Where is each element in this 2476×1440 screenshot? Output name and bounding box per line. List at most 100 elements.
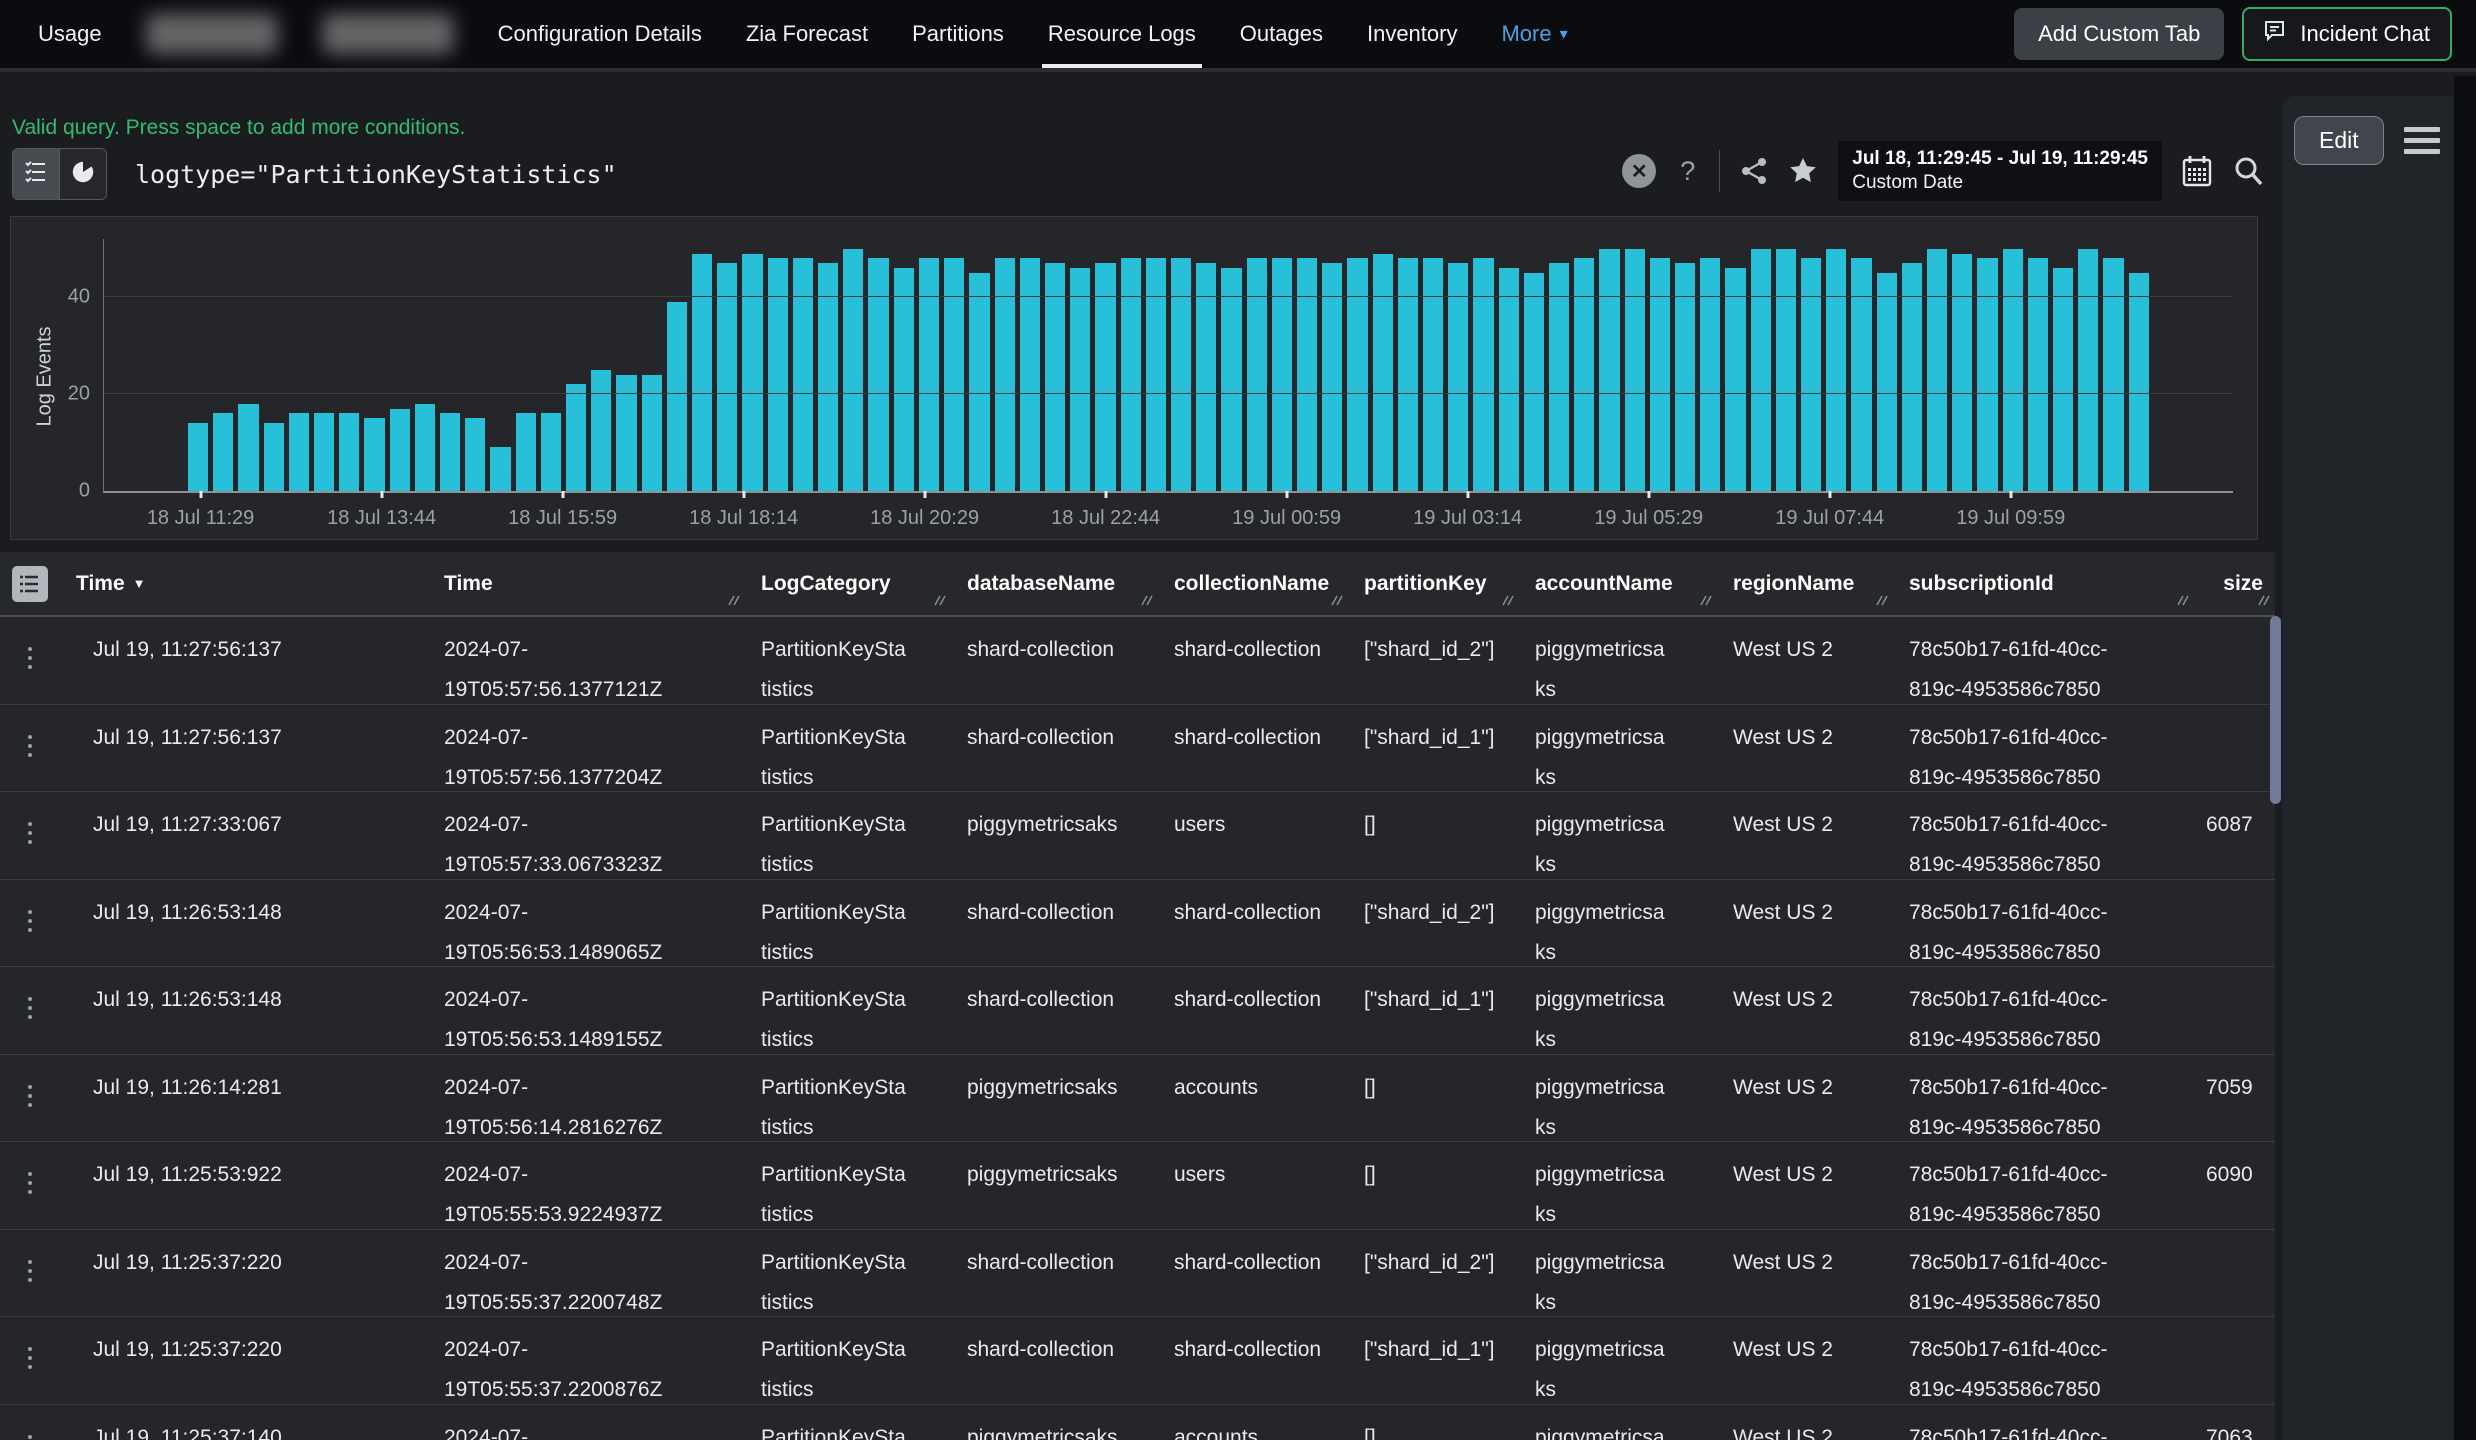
chart-bar[interactable] (1196, 263, 1216, 491)
row-menu-icon[interactable] (28, 735, 32, 739)
chart-bar[interactable] (843, 249, 863, 491)
chart-bar[interactable] (1020, 258, 1040, 491)
chart-bar[interactable] (415, 404, 435, 491)
add-custom-tab-button[interactable]: Add Custom Tab (2014, 8, 2224, 60)
row-menu-cell[interactable] (0, 1055, 60, 1089)
chart-bar[interactable] (1146, 258, 1166, 491)
chart-bar[interactable] (238, 404, 258, 491)
chart-bar[interactable] (339, 413, 359, 491)
clear-query-icon[interactable]: ✕ (1622, 154, 1656, 188)
table-header-cell-logCategory[interactable]: LogCategory (745, 552, 951, 615)
tab-usage[interactable]: Usage (38, 0, 102, 68)
table-header-icon-cell[interactable] (0, 552, 60, 615)
column-resize-handle[interactable] (2176, 588, 2189, 612)
chart-bar[interactable] (1221, 268, 1241, 491)
chart-bar[interactable] (188, 423, 208, 491)
chart-bar[interactable] (944, 258, 964, 491)
chart-bar[interactable] (1171, 258, 1191, 491)
query-input[interactable]: logtype="PartitionKeyStatistics" (135, 160, 617, 189)
chart-bar[interactable] (1045, 263, 1065, 491)
chart-bar[interactable] (516, 413, 536, 491)
chart-bar[interactable] (1751, 249, 1771, 491)
chart-bar[interactable] (440, 413, 460, 491)
chart-bar[interactable] (1070, 268, 1090, 491)
row-menu-icon[interactable] (28, 1435, 32, 1439)
tab-resource-logs[interactable]: Resource Logs (1048, 0, 1196, 68)
help-icon[interactable]: ? (1676, 156, 1699, 187)
search-icon[interactable] (2232, 155, 2264, 187)
row-menu-cell[interactable] (0, 792, 60, 826)
chart-bar[interactable] (465, 418, 485, 491)
chart-bar[interactable] (2028, 258, 2048, 491)
chart-bar[interactable] (2003, 249, 2023, 491)
chart-bar[interactable] (213, 413, 233, 491)
row-menu-cell[interactable] (0, 1405, 60, 1439)
chart-bar[interactable] (1927, 249, 1947, 491)
table-header-cell-time_local[interactable]: Time▼ (60, 552, 428, 615)
table-row[interactable]: Jul 19, 11:27:56:1372024-07-19T05:57:56.… (0, 705, 2275, 793)
chart-bar[interactable] (1776, 249, 1796, 491)
row-menu-icon[interactable] (28, 822, 32, 826)
chart-bar[interactable] (1851, 258, 1871, 491)
chart-bar[interactable] (2129, 273, 2149, 491)
column-resize-handle[interactable] (1501, 588, 1514, 612)
chart-bar[interactable] (1524, 273, 1544, 491)
row-menu-icon[interactable] (28, 1172, 32, 1176)
table-row[interactable]: Jul 19, 11:26:53:1482024-07-19T05:56:53.… (0, 967, 2275, 1055)
tab-outages[interactable]: Outages (1240, 0, 1323, 68)
row-menu-cell[interactable] (0, 1230, 60, 1264)
chart-bar[interactable] (692, 254, 712, 491)
row-menu-icon[interactable] (28, 910, 32, 914)
table-row[interactable]: Jul 19, 11:25:37:2202024-07-19T05:55:37.… (0, 1230, 2275, 1318)
chart-bar[interactable] (717, 263, 737, 491)
chart-bar[interactable] (995, 258, 1015, 491)
chart-bar[interactable] (1473, 258, 1493, 491)
chart-bar[interactable] (969, 273, 989, 491)
chart-bar[interactable] (591, 370, 611, 491)
row-menu-icon[interactable] (28, 997, 32, 1001)
row-menu-cell[interactable] (0, 967, 60, 1001)
chart-bar[interactable] (1347, 258, 1367, 491)
chart-bar[interactable] (1599, 249, 1619, 491)
chart-bar[interactable] (390, 409, 410, 491)
chart-bar[interactable] (868, 258, 888, 491)
chart-bar[interactable] (490, 447, 510, 491)
chart-bar[interactable] (1650, 258, 1670, 491)
table-row[interactable]: Jul 19, 11:25:37:2202024-07-19T05:55:37.… (0, 1317, 2275, 1405)
chart-bar[interactable] (2078, 249, 2098, 491)
chart-bar[interactable] (1373, 254, 1393, 491)
table-row[interactable]: Jul 19, 11:27:33:0672024-07-19T05:57:33.… (0, 792, 2275, 880)
table-row[interactable]: Jul 19, 11:26:14:2812024-07-19T05:56:14.… (0, 1055, 2275, 1143)
chart-bar[interactable] (264, 423, 284, 491)
chart-bar[interactable] (1499, 268, 1519, 491)
table-header-cell-collectionName[interactable]: collectionName (1158, 552, 1348, 615)
pie-view-button[interactable] (60, 149, 106, 199)
chart-bar[interactable] (1121, 258, 1141, 491)
edit-button[interactable]: Edit (2294, 116, 2384, 165)
chart-bar[interactable] (541, 413, 561, 491)
chart-bar[interactable] (793, 258, 813, 491)
chart-bar[interactable] (1549, 263, 1569, 491)
table-row[interactable]: Jul 19, 11:25:37:1402024-07-PartitionKey… (0, 1405, 2275, 1440)
chart-bar[interactable] (1977, 258, 1997, 491)
column-resize-handle[interactable] (1330, 588, 1343, 612)
column-resize-handle[interactable] (1699, 588, 1712, 612)
chart-bar[interactable] (1095, 263, 1115, 491)
chart-bar[interactable] (1574, 258, 1594, 491)
column-resize-handle[interactable] (933, 588, 946, 612)
row-menu-icon[interactable] (28, 1085, 32, 1089)
table-row[interactable]: Jul 19, 11:25:53:9222024-07-19T05:55:53.… (0, 1142, 2275, 1230)
chart-bar[interactable] (667, 302, 687, 491)
sort-desc-icon[interactable]: ▼ (133, 576, 146, 591)
table-row[interactable]: Jul 19, 11:26:53:1482024-07-19T05:56:53.… (0, 880, 2275, 968)
chart-bar[interactable] (1877, 273, 1897, 491)
chart-bar[interactable] (1826, 249, 1846, 491)
chart-bar[interactable] (2103, 258, 2123, 491)
chart-bar[interactable] (818, 263, 838, 491)
chart-bar[interactable] (1700, 258, 1720, 491)
incident-chat-button[interactable]: Incident Chat (2242, 7, 2452, 61)
chart-bar[interactable] (289, 413, 309, 491)
table-header-cell-size[interactable]: size (2194, 552, 2275, 615)
column-resize-handle[interactable] (727, 588, 740, 612)
row-menu-cell[interactable] (0, 705, 60, 739)
